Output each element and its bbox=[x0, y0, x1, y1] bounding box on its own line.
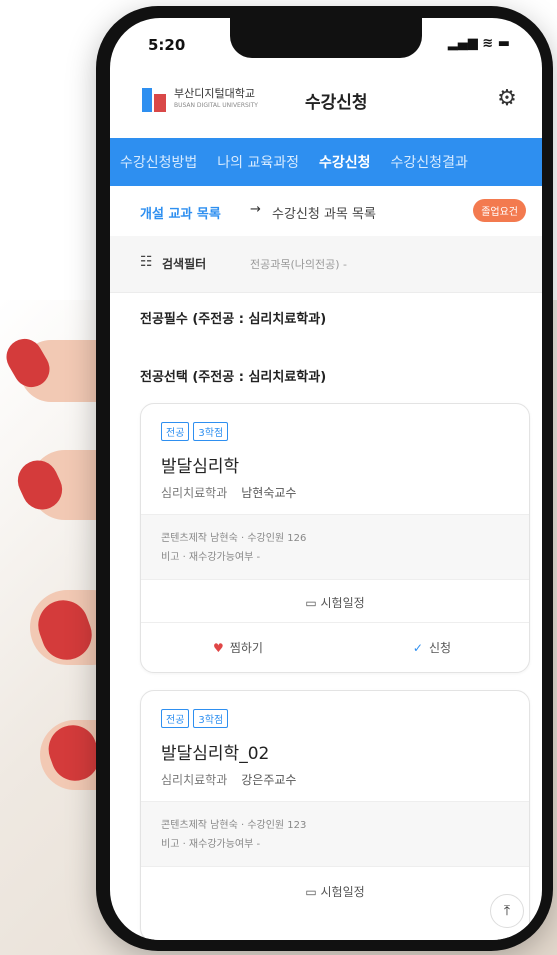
exam-schedule-button[interactable]: ▭ 시험일정 bbox=[141, 594, 529, 611]
logo-name: 부산디지털대학교 bbox=[174, 87, 255, 100]
calendar-icon: ▭ bbox=[305, 596, 321, 610]
tab-bar: 수강신청방법 나의 교육과정 수강신청 수강신청결과 bbox=[110, 138, 542, 186]
meta-note: 비고 · 재수강가능여부 - bbox=[161, 552, 261, 563]
search-filter[interactable]: ☷ 검색필터 전공과목(나의전공) - bbox=[110, 236, 542, 293]
course-name: 발달심리학 bbox=[161, 457, 240, 477]
logo-text: 부산디지털대학교 BUSAN DIGITAL UNIVERSITY bbox=[174, 88, 258, 112]
gear-icon[interactable]: ⚙ bbox=[494, 86, 520, 112]
calendar-icon: ▭ bbox=[305, 885, 321, 899]
sub-navigation: 개설 교과 목록 → 수강신청 과목 목록 졸업요건 bbox=[110, 186, 542, 237]
tag-credits: 3학점 bbox=[193, 709, 229, 728]
course-department: 심리치료학과 강은주교수 bbox=[161, 771, 296, 788]
heart-icon: ♥ bbox=[213, 641, 224, 655]
exam-schedule-button[interactable]: ▭ 시험일정 bbox=[141, 883, 529, 900]
subnav-course-list[interactable]: 개설 교과 목록 bbox=[140, 203, 221, 222]
course-actions: ♥ 찜하기 ✓ 신청 bbox=[141, 622, 529, 673]
exam-schedule-label: 시험일정 bbox=[320, 885, 365, 899]
filter-label: 검색필터 bbox=[162, 257, 207, 271]
app-header: 부산디지털대학교 BUSAN DIGITAL UNIVERSITY 수강신청 ⚙ bbox=[110, 76, 542, 128]
tab-result[interactable]: 수강신청결과 bbox=[381, 152, 478, 172]
phone-notch bbox=[230, 18, 422, 58]
apply-button[interactable]: ✓ 신청 bbox=[335, 623, 529, 673]
check-icon: ✓ bbox=[412, 641, 423, 655]
department-name: 심리치료학과 bbox=[161, 773, 228, 787]
tab-registration[interactable]: 수강신청 bbox=[309, 152, 381, 172]
university-logo-icon bbox=[142, 88, 166, 112]
tag-major: 전공 bbox=[161, 422, 190, 441]
course-tags: 전공 3학점 bbox=[161, 709, 229, 728]
course-department: 심리치료학과 남현숙교수 bbox=[161, 484, 296, 501]
meta-content: 콘텐츠제작 남현숙 · 수강인원 123 bbox=[161, 820, 307, 831]
department-name: 심리치료학과 bbox=[161, 486, 228, 500]
professor-name: 남현숙교수 bbox=[241, 486, 297, 500]
section-elective: 전공선택 (주전공 : 심리치료학과) bbox=[140, 370, 327, 385]
course-meta: 콘텐츠제작 남현숙 · 수강인원 123 비고 · 재수강가능여부 - bbox=[141, 801, 529, 867]
course-card[interactable]: 전공 3학점 발달심리학 심리치료학과 남현숙교수 콘텐츠제작 남현숙 · 수강인… bbox=[140, 403, 530, 673]
meta-content: 콘텐츠제작 남현숙 · 수강인원 126 bbox=[161, 533, 307, 544]
tab-my-curriculum[interactable]: 나의 교육과정 bbox=[207, 152, 309, 172]
top-arrow-icon[interactable]: ⤒ bbox=[490, 894, 524, 928]
like-label: 찜하기 bbox=[229, 641, 263, 655]
course-name: 발달심리학_02 bbox=[161, 744, 270, 764]
like-button[interactable]: ♥ 찜하기 bbox=[141, 623, 335, 673]
phone-screen: 5:20 ▂▄▆ ≋ ▬ 부산디지털대학교 BUSAN DIGITAL UNIV… bbox=[110, 18, 542, 940]
professor-name: 강은주교수 bbox=[241, 773, 297, 787]
graduation-requirement-badge[interactable]: 졸업요건 bbox=[473, 199, 526, 222]
status-icons: ▂▄▆ ≋ ▬ bbox=[447, 36, 510, 51]
section-required: 전공필수 (주전공 : 심리치료학과) bbox=[140, 312, 327, 327]
meta-note: 비고 · 재수강가능여부 - bbox=[161, 839, 261, 850]
course-meta: 콘텐츠제작 남현숙 · 수강인원 126 비고 · 재수강가능여부 - bbox=[141, 514, 529, 580]
tag-major: 전공 bbox=[161, 709, 190, 728]
arrow-right-icon: → bbox=[250, 202, 261, 217]
exam-schedule-label: 시험일정 bbox=[320, 596, 365, 610]
logo-subtitle: BUSAN DIGITAL UNIVERSITY bbox=[174, 102, 258, 109]
tag-credits: 3학점 bbox=[193, 422, 229, 441]
course-tags: 전공 3학점 bbox=[161, 422, 229, 441]
subnav-registered-list[interactable]: 수강신청 과목 목록 bbox=[272, 203, 376, 222]
apply-label: 신청 bbox=[428, 641, 452, 655]
course-card[interactable]: 전공 3학점 발달심리학_02 심리치료학과 강은주교수 콘텐츠제작 남현숙 · … bbox=[140, 690, 530, 940]
page-title: 수강신청 bbox=[305, 93, 368, 113]
status-time: 5:20 bbox=[148, 36, 186, 54]
filter-icon: ☷ bbox=[140, 254, 153, 270]
filter-value[interactable]: 전공과목(나의전공) - bbox=[250, 256, 347, 272]
tab-method[interactable]: 수강신청방법 bbox=[110, 152, 207, 172]
